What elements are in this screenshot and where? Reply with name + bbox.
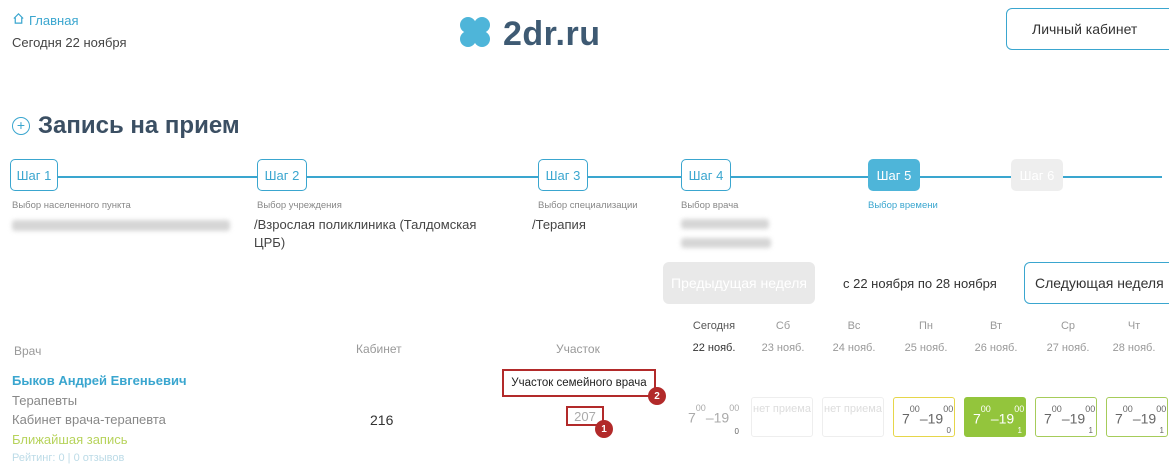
day-name: Вс xyxy=(847,320,861,332)
day-date: 26 нояб. xyxy=(974,342,1018,354)
home-link[interactable]: Главная xyxy=(12,12,78,28)
home-label[interactable]: Главная xyxy=(29,13,78,28)
personal-cabinet-button[interactable]: Личный кабинет xyxy=(1006,8,1169,50)
col-uchastok: Участок xyxy=(556,342,600,356)
step-5-caption: Выбор времени xyxy=(868,200,938,211)
time-slot-selected[interactable]: 700–1900 1 xyxy=(964,397,1026,437)
step-3[interactable]: Шаг 3 xyxy=(538,159,588,191)
day-date: 25 нояб. xyxy=(904,342,948,354)
step-2-value: /Взрослая поликлиника (Талдомская ЦРБ) xyxy=(254,217,477,250)
logo[interactable]: 2dr.ru xyxy=(455,12,600,57)
day-name: Чт xyxy=(1127,320,1141,332)
doctor-rating[interactable]: Рейтинг: 0 | 0 отзывов xyxy=(12,452,124,464)
step-5[interactable]: Шаг 5 xyxy=(868,159,920,191)
step-2[interactable]: Шаг 2 xyxy=(257,159,307,191)
col-cabinet: Кабинет xyxy=(356,342,402,356)
day-date: 27 нояб. xyxy=(1046,342,1090,354)
clover-icon xyxy=(455,12,495,57)
day-name: Пн xyxy=(919,320,933,332)
step-1[interactable]: Шаг 1 xyxy=(10,159,58,191)
doctor-name-link[interactable]: Быков Андрей Евгеньевич xyxy=(12,373,187,388)
step-3-caption: Выбор специализации xyxy=(538,200,638,211)
step-4-value-blurred-2 xyxy=(681,238,771,248)
day-date: 28 нояб. xyxy=(1112,342,1156,354)
today-date: Сегодня 22 ноября xyxy=(12,35,127,50)
time-slot: 700–1900 0 xyxy=(680,397,742,437)
home-icon xyxy=(12,12,25,28)
no-reception-slot: нет приема xyxy=(751,397,813,437)
day-name: Ср xyxy=(1060,320,1076,332)
page-title: + Запись на прием xyxy=(12,112,240,140)
step-2-caption: Выбор учреждения xyxy=(257,200,342,211)
day-name: Сегодня xyxy=(692,320,736,332)
day-name: Сб xyxy=(775,320,791,332)
nearest-appointment-link[interactable]: Ближайшая запись xyxy=(12,432,128,447)
uchastok-tooltip: Участок семейного врача xyxy=(502,369,656,397)
day-date: 22 нояб. xyxy=(692,342,736,354)
logo-text: 2dr.ru xyxy=(503,15,601,53)
doctor-specialty: Терапевты xyxy=(12,393,78,408)
day-date: 23 нояб. xyxy=(761,342,805,354)
step-4[interactable]: Шаг 4 xyxy=(681,159,731,191)
day-name: Вт xyxy=(989,320,1002,332)
col-doctor: Врач xyxy=(14,344,42,358)
step-1-value-blurred xyxy=(12,220,230,231)
week-range: с 22 ноября по 28 ноября xyxy=(843,276,997,291)
step-3-value: /Терапия xyxy=(532,217,586,232)
step-1-caption: Выбор населенного пункта xyxy=(12,200,131,211)
marker-1: 1 xyxy=(595,420,613,438)
step-4-value-blurred xyxy=(681,219,769,229)
day-date: 24 нояб. xyxy=(832,342,876,354)
cabinet-value: 216 xyxy=(370,412,394,428)
page-title-text: Запись на прием xyxy=(38,112,240,139)
time-slot[interactable]: 700–1900 1 xyxy=(1106,397,1168,437)
prev-week-button: Предыдущая неделя xyxy=(663,262,815,304)
time-slot[interactable]: 700–1900 0 xyxy=(893,397,955,437)
step-6: Шаг 6 xyxy=(1011,159,1063,191)
doctor-cabinet-type: Кабинет врача-терапевта xyxy=(12,412,166,427)
next-week-button[interactable]: Следующая неделя xyxy=(1024,262,1169,304)
no-reception-slot: нет приема xyxy=(822,397,884,437)
plus-circle-icon: + xyxy=(12,117,30,135)
step-4-caption: Выбор врача xyxy=(681,200,739,211)
marker-2: 2 xyxy=(648,387,666,405)
time-slot[interactable]: 700–1900 1 xyxy=(1035,397,1097,437)
